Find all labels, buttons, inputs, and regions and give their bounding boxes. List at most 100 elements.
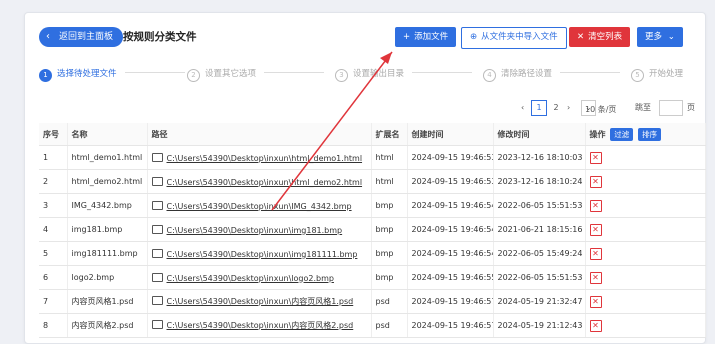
path-link[interactable]: C:\Users\54390\Desktop\inxun\内容页风格1.psd — [167, 297, 354, 306]
delete-row-icon[interactable]: ✕ — [589, 247, 602, 260]
step-3[interactable]: 3 设置输出目录 — [335, 67, 473, 82]
folder-icon[interactable] — [151, 224, 163, 234]
path-link[interactable]: C:\Users\54390\Desktop\inxun\img181111.b… — [167, 250, 358, 259]
cell-path: C:\Users\54390\Desktop\inxun\img181111.b… — [147, 241, 372, 266]
folder-icon[interactable] — [151, 248, 163, 258]
cell-modified: 2022-06-05 15:49:24 — [493, 241, 586, 266]
table-body: 1 html_demo1.html C:\Users\54390\Desktop\i… — [39, 145, 706, 338]
file-table: 序号 名称 路径 扩展名 创建时间 修改时间 操作 过滤 排序 1 html_de… — [39, 123, 706, 338]
delete-row-icon[interactable]: ✕ — [589, 223, 602, 236]
cell-modified: 2024-05-19 21:32:47 — [493, 289, 586, 314]
table-row[interactable]: 6 logo2.bmp C:\Users\54390\Desktop\inxun\l… — [39, 265, 706, 290]
table-row[interactable]: 8 内容页风格2.psd C:\Users\54390\Desktop\inxun\… — [39, 313, 706, 338]
more-label: 更多 — [645, 32, 663, 42]
main-panel: ‹ 返回到主面板 按规则分类文件 + 添加文件 ⊕ 从文件夹中导入文件 ✕ 清空列表 … — [24, 12, 706, 344]
table-row[interactable]: 1 html_demo1.html C:\Users\54390\Desktop\i… — [39, 145, 706, 170]
path-link[interactable]: C:\Users\54390\Desktop\inxun\html_demo1.… — [167, 154, 363, 163]
step-connector — [124, 72, 185, 73]
cell-ext: bmp — [371, 217, 408, 242]
step-4[interactable]: 4 清除路径设置 — [483, 67, 621, 82]
cell-name: 内容页风格1.psd — [67, 289, 148, 314]
path-link[interactable]: C:\Users\54390\Desktop\inxun\html_demo2.… — [167, 178, 363, 187]
step-2[interactable]: 2 设置其它选项 — [187, 67, 325, 82]
import-from-folder-button[interactable]: ⊕ 从文件夹中导入文件 — [461, 27, 567, 49]
delete-row-icon[interactable]: ✕ — [589, 199, 602, 212]
table-row[interactable]: 5 img181111.bmp C:\Users\54390\Desktop\inx… — [39, 241, 706, 266]
cell-ext: html — [371, 145, 408, 170]
step-number: 5 — [631, 69, 644, 82]
cell-index: 7 — [39, 289, 68, 314]
delete-row-icon[interactable]: ✕ — [589, 319, 602, 332]
goto-page-input[interactable] — [659, 100, 683, 116]
sort-button[interactable]: 排序 — [638, 127, 662, 141]
step-number: 3 — [335, 69, 348, 82]
filter-button[interactable]: 过滤 — [610, 127, 634, 141]
add-file-button[interactable]: + 添加文件 — [395, 27, 457, 47]
path-link[interactable]: C:\Users\54390\Desktop\inxun\内容页风格2.psd — [167, 321, 354, 330]
cell-name: 内容页风格2.psd — [67, 313, 148, 338]
page-1-button[interactable]: 1 — [531, 100, 547, 116]
col-ext-header: 扩展名 — [371, 123, 408, 146]
folder-icon[interactable] — [151, 152, 163, 162]
folder-icon[interactable] — [151, 200, 163, 210]
cell-modified: 2022-06-05 15:51:53 — [493, 265, 586, 290]
back-to-dashboard-button[interactable]: ‹ 返回到主面板 — [39, 27, 124, 47]
delete-row-icon[interactable]: ✕ — [589, 271, 602, 284]
folder-icon[interactable] — [151, 176, 163, 186]
folder-icon[interactable] — [151, 272, 163, 282]
step-5[interactable]: 5 开始处理 — [631, 67, 683, 82]
next-page-icon[interactable]: › — [567, 99, 570, 117]
cell-actions: ✕ — [585, 217, 706, 242]
progress-steps: 1 选择待处理文件 2 设置其它选项 3 设置输出目录 4 清除路径设置 5 开始处理 — [39, 67, 705, 87]
folder-icon[interactable] — [151, 296, 163, 305]
cell-path: C:\Users\54390\Desktop\inxun\IMG_4342.bm… — [147, 193, 372, 218]
cell-created: 2024-09-15 19:46:54 — [407, 193, 494, 218]
chevron-left-icon: ‹ — [46, 31, 50, 42]
more-dropdown-button[interactable]: 更多 ⌄ — [637, 27, 683, 47]
add-file-label: 添加文件 — [414, 32, 449, 42]
cell-ext: psd — [371, 289, 408, 314]
cell-name: img181.bmp — [67, 217, 148, 242]
step-label: 设置输出目录 — [353, 69, 405, 79]
cell-created: 2024-09-15 19:46:57 — [407, 313, 494, 338]
delete-row-icon[interactable]: ✕ — [589, 175, 602, 188]
page-2-button[interactable]: 2 — [549, 99, 563, 117]
toolbar: ‹ 返回到主面板 按规则分类文件 + 添加文件 ⊕ 从文件夹中导入文件 ✕ 清空列表 … — [25, 13, 705, 55]
cell-actions: ✕ — [585, 145, 706, 170]
delete-row-icon[interactable]: ✕ — [589, 151, 602, 164]
actions-label: 操作 — [589, 129, 606, 139]
folder-icon[interactable] — [151, 320, 163, 329]
pagination: ‹ 1 2 › 10 条/页 ⌄ 跳至 页 — [505, 99, 705, 117]
step-1[interactable]: 1 选择待处理文件 — [39, 67, 185, 82]
cell-actions: ✕ — [585, 289, 706, 314]
cell-ext: bmp — [371, 265, 408, 290]
cell-index: 8 — [39, 313, 68, 338]
path-link[interactable]: C:\Users\54390\Desktop\inxun\img181.bmp — [167, 226, 343, 235]
cell-index: 4 — [39, 217, 68, 242]
col-actions-header: 操作 过滤 排序 — [585, 123, 706, 146]
cell-modified: 2023-12-16 18:10:24 — [493, 169, 586, 194]
cell-created: 2024-09-15 19:46:55 — [407, 265, 494, 290]
table-row[interactable]: 7 内容页风格1.psd C:\Users\54390\Desktop\inxun\… — [39, 289, 706, 314]
cell-index: 1 — [39, 145, 68, 170]
cell-name: html_demo1.html — [67, 145, 148, 170]
path-link[interactable]: C:\Users\54390\Desktop\inxun\IMG_4342.bm… — [167, 202, 352, 211]
cell-actions: ✕ — [585, 169, 706, 194]
table-row[interactable]: 4 img181.bmp C:\Users\54390\Desktop\inxun\… — [39, 217, 706, 242]
step-label: 开始处理 — [649, 69, 684, 79]
col-name-header: 名称 — [67, 123, 148, 146]
page-size-select[interactable]: 10 条/页 ⌄ — [581, 100, 616, 116]
delete-row-icon[interactable]: ✕ — [589, 295, 602, 308]
cell-index: 6 — [39, 265, 68, 290]
cell-created: 2024-09-15 19:46:57 — [407, 289, 494, 314]
cell-modified: 2021-06-21 18:15:16 — [493, 217, 586, 242]
table-row[interactable]: 2 html_demo2.html C:\Users\54390\Desktop\i… — [39, 169, 706, 194]
cell-ext: bmp — [371, 193, 408, 218]
prev-page-icon[interactable]: ‹ — [521, 99, 524, 117]
step-label: 清除路径设置 — [501, 69, 553, 79]
col-created-header: 创建时间 — [407, 123, 494, 146]
path-link[interactable]: C:\Users\54390\Desktop\inxun\logo2.bmp — [167, 274, 334, 283]
clear-list-button[interactable]: ✕ 清空列表 — [569, 27, 631, 47]
table-row[interactable]: 3 IMG_4342.bmp C:\Users\54390\Desktop\inxu… — [39, 193, 706, 218]
col-modified-header: 修改时间 — [493, 123, 586, 146]
